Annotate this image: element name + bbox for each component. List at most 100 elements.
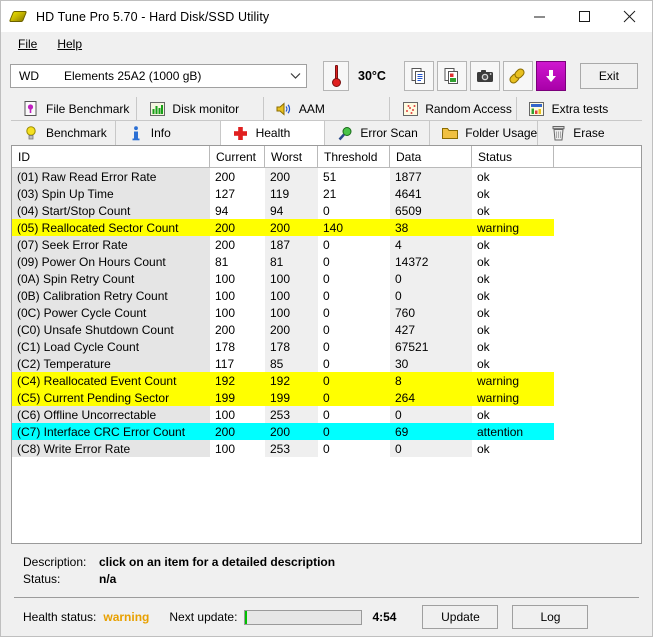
column-header-current[interactable]: Current (210, 146, 265, 167)
tab-info[interactable]: Info (115, 121, 221, 145)
cell-status: ok (472, 185, 554, 202)
health-status-label: Health status: (23, 610, 97, 624)
cell-id: (0C) Power Cycle Count (12, 304, 210, 321)
tab-file-benchmark[interactable]: File Benchmark (11, 97, 138, 121)
cell-status: warning (472, 389, 554, 406)
description-value: click on an item for a detailed descript… (99, 554, 336, 569)
tab-label: Error Scan (360, 126, 418, 140)
cell-threshold: 0 (318, 440, 390, 457)
tab-random-access[interactable]: Random Access (390, 97, 517, 121)
cell-status: ok (472, 287, 554, 304)
cell-status: ok (472, 253, 554, 270)
cell-current: 100 (210, 270, 265, 287)
table-row[interactable]: (0A) Spin Retry Count 100 100 0 0 ok (12, 270, 641, 287)
menu-help[interactable]: Help (47, 35, 92, 53)
cell-threshold: 51 (318, 168, 390, 185)
drive-selector-dropdown[interactable]: WD Elements 25A2 (1000 gB) (10, 64, 307, 88)
table-row[interactable]: (C2) Temperature 117 85 0 30 ok (12, 355, 641, 372)
update-button[interactable]: Update (422, 605, 499, 629)
drive-model-label: Elements 25A2 (1000 gB) (64, 69, 202, 83)
hard-disk-icon (8, 7, 29, 27)
cell-threshold: 0 (318, 355, 390, 372)
chevron-down-icon[interactable] (284, 72, 306, 80)
menu-file[interactable]: File (8, 35, 47, 53)
column-header-status[interactable]: Status (472, 146, 554, 167)
menu-file-label: File (18, 37, 38, 51)
cell-worst: 178 (265, 338, 318, 355)
cell-worst: 200 (265, 219, 318, 236)
table-row[interactable]: (07) Seek Error Rate 200 187 0 4 ok (12, 236, 641, 253)
cell-worst: 253 (265, 406, 318, 423)
cell-data: 264 (390, 389, 472, 406)
tab-health[interactable]: Health (220, 121, 326, 145)
tab-row-1: File Benchmark Disk monitor AAM Random A… (11, 97, 643, 121)
disk-monitor-icon (149, 101, 165, 117)
tab-disk-monitor[interactable]: Disk monitor (137, 97, 264, 121)
tab-aam[interactable]: AAM (263, 97, 391, 121)
tab-error-scan[interactable]: Error Scan (325, 121, 431, 145)
column-header-data[interactable]: Data (390, 146, 472, 167)
table-row[interactable]: (03) Spin Up Time 127 119 21 4641 ok (12, 185, 641, 202)
time-remaining: 4:54 (372, 610, 397, 624)
cell-threshold: 0 (318, 338, 390, 355)
cell-id: (C4) Reallocated Event Count (12, 372, 210, 389)
cell-threshold: 0 (318, 287, 390, 304)
table-row[interactable]: (05) Reallocated Sector Count 200 200 140 38… (12, 219, 641, 236)
cell-threshold: 0 (318, 372, 390, 389)
copy-image-icon[interactable] (436, 61, 467, 91)
table-row[interactable]: (C0) Unsafe Shutdown Count 200 200 0 427 ok (12, 321, 641, 338)
table-row[interactable]: (C6) Offline Uncorrectable 100 253 0 0 ok (12, 406, 641, 423)
cell-status: ok (472, 304, 554, 321)
app-window: HD Tune Pro 5.70 - Hard Disk/SSD Utility… (0, 0, 653, 637)
progress-fill (245, 610, 248, 624)
table-row[interactable]: (C1) Load Cycle Count 178 178 0 67521 ok (12, 338, 641, 355)
tab-erase[interactable]: Erase (538, 121, 643, 145)
tab-benchmark[interactable]: Benchmark (11, 121, 116, 145)
random-access-icon (402, 101, 418, 117)
column-header-threshold[interactable]: Threshold (318, 146, 390, 167)
exit-button[interactable]: Exit (579, 63, 638, 89)
table-row[interactable]: (C8) Write Error Rate 100 253 0 0 ok (12, 440, 641, 457)
table-row[interactable]: (01) Raw Read Error Rate 200 200 51 1877 ok (12, 168, 641, 185)
cell-worst: 100 (265, 287, 318, 304)
menu-bar: File Help (1, 33, 652, 55)
table-row[interactable]: (04) Start/Stop Count 94 94 0 6509 ok (12, 202, 641, 219)
tab-label: Folder Usage (465, 126, 538, 140)
tab-label: AAM (298, 101, 325, 116)
description-section: Description: click on an item for a deta… (1, 544, 652, 593)
cell-worst: 187 (265, 236, 318, 253)
drive-vendor-label: WD (19, 69, 39, 83)
cell-current: 200 (210, 423, 265, 440)
cell-status: warning (472, 372, 554, 389)
cell-current: 200 (210, 219, 265, 236)
download-arrow-icon[interactable] (535, 61, 566, 91)
cell-status: ok (472, 440, 554, 457)
cell-threshold: 0 (318, 304, 390, 321)
tab-extra-tests[interactable]: Extra tests (516, 97, 643, 121)
column-header-worst[interactable]: Worst (265, 146, 318, 167)
cell-id: (0B) Calibration Retry Count (12, 287, 210, 304)
cell-data: 427 (390, 321, 472, 338)
health-status-badge: warning (103, 610, 150, 624)
table-row[interactable]: (C4) Reallocated Event Count 192 192 0 8 warn… (12, 372, 641, 389)
table-body: (01) Raw Read Error Rate 200 200 51 1877 ok (0… (12, 168, 641, 457)
cell-current: 200 (210, 236, 265, 253)
cell-id: (C6) Offline Uncorrectable (12, 406, 210, 423)
minimize-button[interactable] (517, 1, 562, 32)
close-button[interactable] (607, 1, 652, 32)
table-row[interactable]: (0B) Calibration Retry Count 100 100 0 0 ok (12, 287, 641, 304)
table-row[interactable]: (0C) Power Cycle Count 100 100 0 760 ok (12, 304, 641, 321)
maximize-button[interactable] (562, 1, 607, 32)
log-button[interactable]: Log (512, 605, 589, 629)
copy-text-icon[interactable] (403, 61, 434, 91)
network-share-icon[interactable] (502, 61, 533, 91)
tab-folder-usage[interactable]: Folder Usage (430, 121, 539, 145)
table-row[interactable]: (C7) Interface CRC Error Count 200 200 0 69 a… (12, 423, 641, 440)
table-row[interactable]: (C5) Current Pending Sector 199 199 0 264 war… (12, 389, 641, 406)
screenshot-camera-icon[interactable] (469, 61, 500, 91)
cell-data: 69 (390, 423, 472, 440)
column-header-id[interactable]: ID (12, 146, 210, 167)
cell-worst: 199 (265, 389, 318, 406)
table-row[interactable]: (09) Power On Hours Count 81 81 0 14372 ok (12, 253, 641, 270)
cell-id: (01) Raw Read Error Rate (12, 168, 210, 185)
